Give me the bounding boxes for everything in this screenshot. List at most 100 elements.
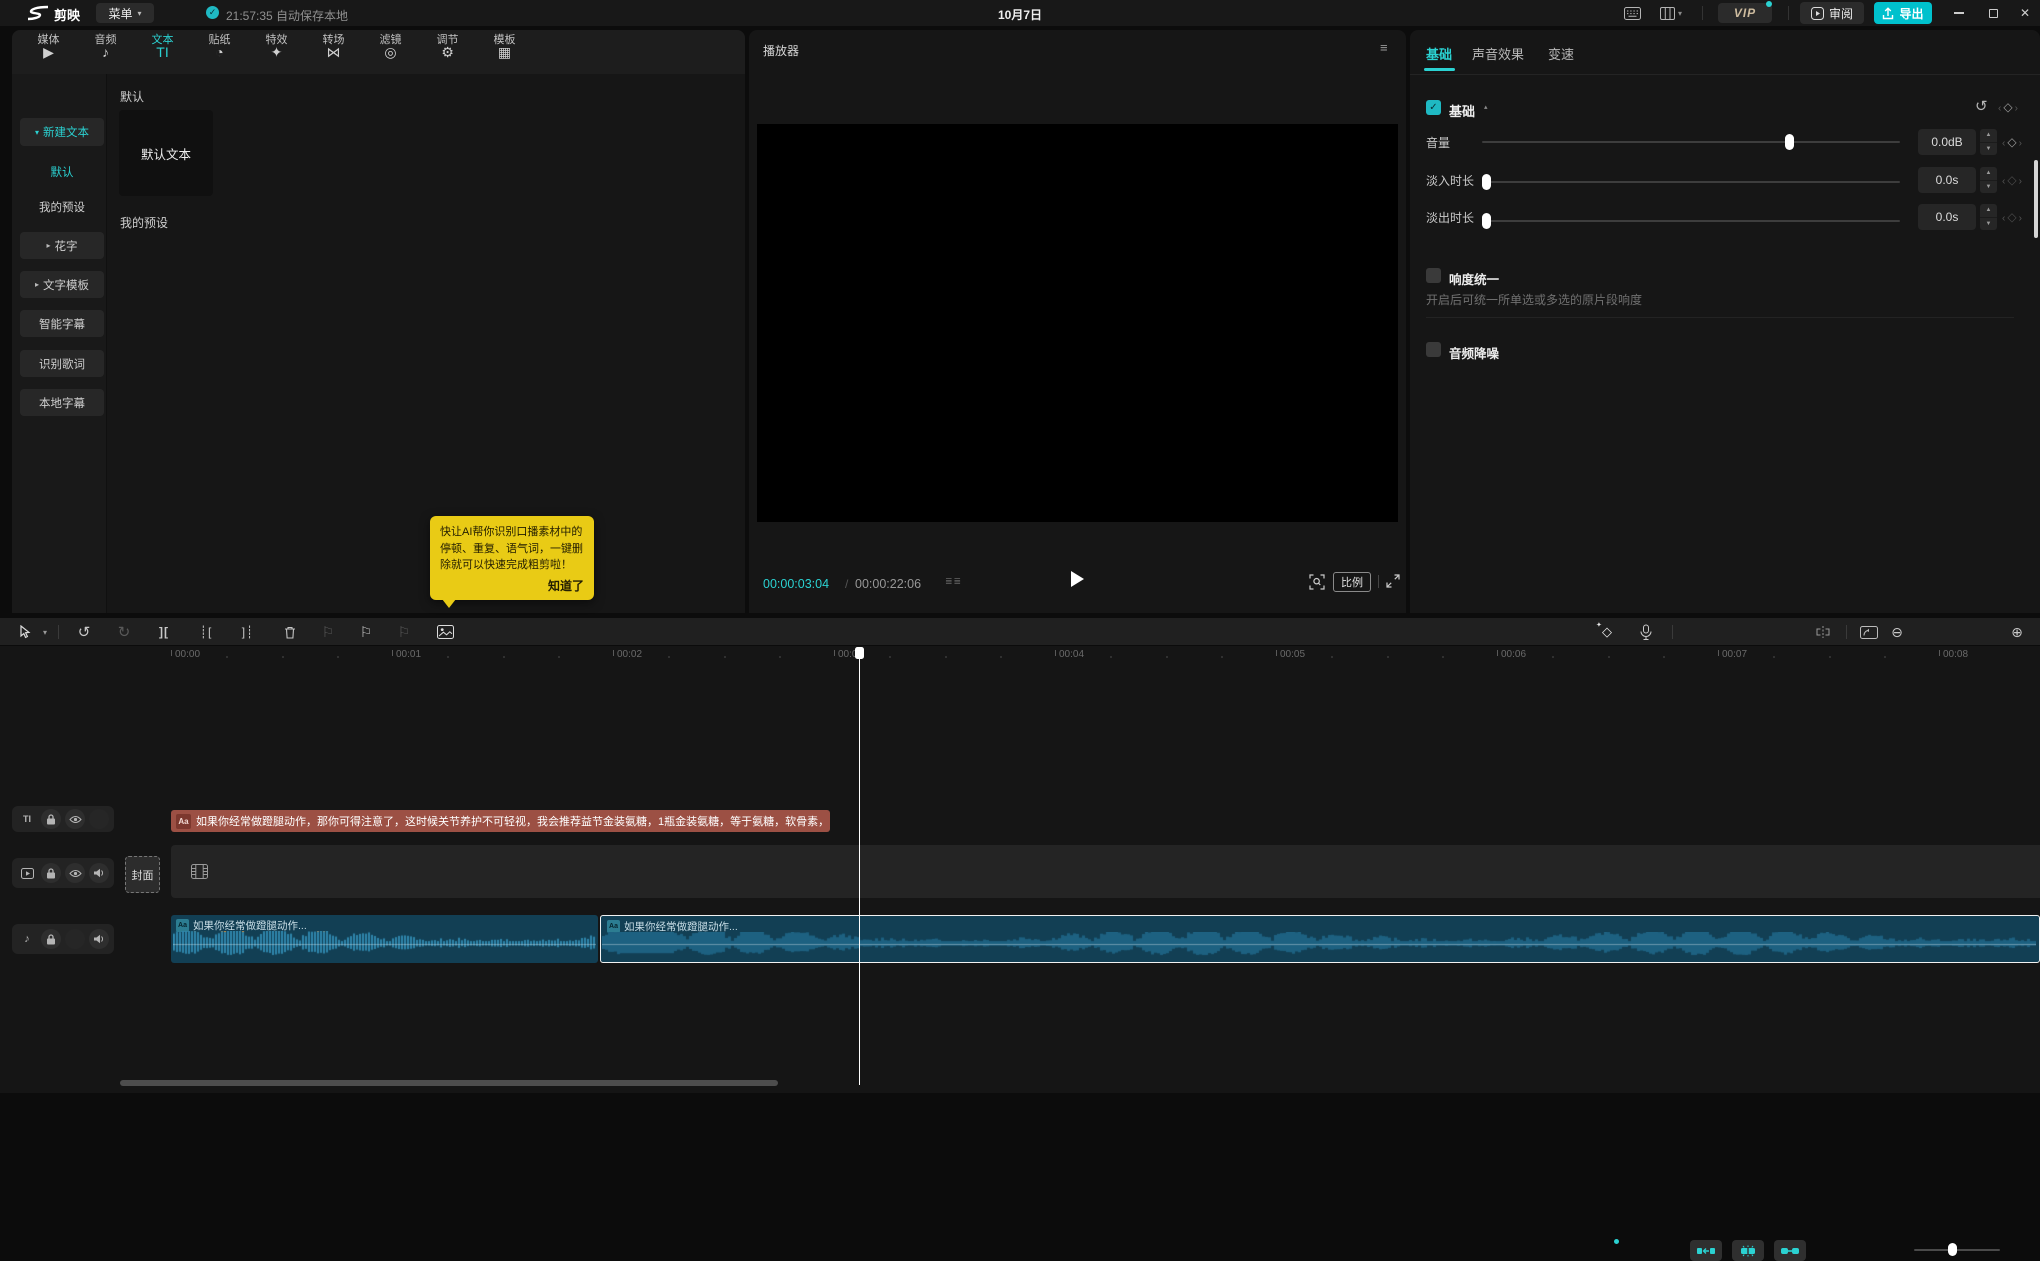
fullscreen-icon[interactable] xyxy=(1386,574,1400,591)
loudness-checkbox[interactable] xyxy=(1426,268,1441,283)
playhead-handle[interactable] xyxy=(855,647,864,659)
quality-selector-icon[interactable]: ≣≣ xyxy=(945,576,962,587)
lock-icon[interactable] xyxy=(41,929,61,949)
smart-rough-cut-button[interactable] xyxy=(432,618,458,646)
delete-button[interactable] xyxy=(278,618,302,646)
eye-icon[interactable] xyxy=(65,863,85,883)
lock-icon[interactable] xyxy=(41,863,61,883)
add-keyframe-button[interactable]: ◇ ✦ xyxy=(1594,618,1620,646)
export-button[interactable]: 导出 xyxy=(1874,2,1932,24)
review-button[interactable]: 审阅 xyxy=(1800,2,1864,24)
sidebar-item-default[interactable]: 默认 xyxy=(20,164,104,180)
denoise-checkbox[interactable] xyxy=(1426,342,1441,357)
reset-icon[interactable]: ↺ xyxy=(1975,97,1988,115)
text-track-header: TI xyxy=(12,806,114,832)
ribbon-tab-adjust[interactable]: ⚙ 调节 xyxy=(419,30,476,74)
ai-tip-ok-button[interactable]: 知道了 xyxy=(440,578,584,595)
panel-scrollbar[interactable] xyxy=(2034,160,2038,238)
preview-zoom-icon[interactable] xyxy=(1309,574,1325,593)
fade-out-slider-handle[interactable] xyxy=(1482,213,1491,229)
fade-in-value[interactable]: 0.0s xyxy=(1918,167,1976,193)
fade-in-keyframe-control[interactable]: ‹◇› xyxy=(2002,173,2024,187)
close-button[interactable]: ✕ xyxy=(2012,4,2038,22)
text-clip[interactable]: Aa 如果你经常做蹬腿动作，那你可得注意了，这时候关节养护不可轻视，我会推荐益节… xyxy=(171,810,830,832)
collapse-caret-icon[interactable]: ▴ xyxy=(1484,103,1488,111)
basic-section-checkbox[interactable]: ✓ xyxy=(1426,100,1441,115)
select-tool-button[interactable] xyxy=(14,618,36,646)
ribbon-tab-effects[interactable]: ✦ 特效 xyxy=(248,30,305,74)
volume-slider[interactable] xyxy=(1482,134,1900,150)
link-preview-toggle[interactable] xyxy=(1774,1240,1806,1261)
ribbon-tab-text[interactable]: TI 文本 xyxy=(134,30,191,74)
select-tool-caret-icon[interactable]: ▾ xyxy=(38,618,52,646)
ribbon-tab-audio[interactable]: ♪ 音频 xyxy=(77,30,134,74)
sidebar-item-recognize-lyrics[interactable]: 识别歌词 xyxy=(20,350,104,377)
fade-in-stepper[interactable]: ▲ ▼ xyxy=(1980,167,1997,193)
record-voiceover-button[interactable] xyxy=(1634,618,1658,646)
playhead-line[interactable] xyxy=(858,647,860,1085)
ribbon-tab-transition[interactable]: ⋈ 转场 xyxy=(305,30,362,74)
aspect-ratio-button[interactable]: 比例 xyxy=(1333,572,1371,592)
add-marker-button[interactable]: ⚐ xyxy=(354,618,378,646)
split-keep-left-button[interactable]: ]┊ xyxy=(236,618,260,646)
timeline-hscrollbar[interactable] xyxy=(120,1080,778,1086)
default-text-card[interactable]: 默认文本 xyxy=(119,110,213,196)
preview-axis-toggle[interactable] xyxy=(1732,1240,1764,1261)
split-button[interactable]: ][ xyxy=(152,618,176,646)
audio-clip-selected[interactable]: Aa 如果你经常做蹬腿动作... xyxy=(600,915,2040,963)
split-keep-right-button[interactable]: ┊[ xyxy=(194,618,218,646)
audio-clip[interactable]: Aa 如果你经常做蹬腿动作... xyxy=(171,915,598,963)
fade-out-slider[interactable] xyxy=(1482,213,1900,229)
sidebar-item-text-template[interactable]: ▸ 文字模板 xyxy=(20,271,104,298)
section-keyframe-control[interactable]: ‹◇› xyxy=(1998,100,2020,114)
tab-sound-effects[interactable]: 声音效果 xyxy=(1472,44,1524,63)
sidebar-item-smart-captions[interactable]: 智能字幕 xyxy=(20,310,104,337)
auto-snap-toggle[interactable] xyxy=(1690,1240,1722,1261)
volume-keyframe-control[interactable]: ‹◇› xyxy=(2002,135,2024,149)
delete-marker-button[interactable]: ⚐ xyxy=(392,618,416,646)
speaker-icon[interactable] xyxy=(89,929,109,949)
ai-marker-button[interactable]: ⚐ xyxy=(316,618,340,646)
fade-out-value[interactable]: 0.0s xyxy=(1918,204,1976,230)
shortcut-keyboard-icon[interactable] xyxy=(1624,7,1641,23)
tab-speed[interactable]: 变速 xyxy=(1548,44,1574,63)
maximize-button[interactable] xyxy=(1980,4,2006,22)
zoom-in-icon[interactable]: ⊕ xyxy=(2006,618,2028,646)
layout-switch-button[interactable]: ▾ xyxy=(1660,7,1682,20)
split-view-button[interactable] xyxy=(1810,618,1836,646)
fade-out-stepper[interactable]: ▲ ▼ xyxy=(1980,204,1997,230)
sidebar-item-fancy-text[interactable]: ▸ 花字 xyxy=(20,232,104,259)
tab-basic[interactable]: 基础 xyxy=(1426,44,1452,63)
vip-button[interactable]: VIP xyxy=(1718,3,1772,23)
volume-stepper[interactable]: ▲ ▼ xyxy=(1980,129,1997,155)
ribbon-tab-filter[interactable]: ◎ 滤镜 xyxy=(362,30,419,74)
video-clip[interactable] xyxy=(171,845,2040,898)
ribbon-tab-template[interactable]: ▦ 模板 xyxy=(476,30,533,74)
speaker-icon[interactable] xyxy=(89,863,109,883)
volume-value[interactable]: 0.0dB xyxy=(1918,129,1976,155)
timeline-zoom-handle[interactable] xyxy=(1948,1243,1957,1256)
fade-out-keyframe-control[interactable]: ‹◇› xyxy=(2002,210,2024,224)
fade-in-slider[interactable] xyxy=(1482,174,1900,190)
keyframe-diamond-icon: ◇ xyxy=(2003,100,2015,114)
menu-button[interactable]: 菜单 ▾ xyxy=(96,3,154,23)
ribbon-tab-media[interactable]: ▶ 媒体 xyxy=(20,30,77,74)
minimize-button[interactable] xyxy=(1946,4,1972,22)
redo-button[interactable]: ↻ xyxy=(112,618,136,646)
zoom-out-icon[interactable]: ⊖ xyxy=(1886,618,1908,646)
sidebar-item-my-presets[interactable]: 我的预设 xyxy=(20,199,104,215)
timeline-history-button[interactable] xyxy=(1856,618,1882,646)
fade-in-slider-handle[interactable] xyxy=(1482,174,1491,190)
ribbon-tab-sticker[interactable]: ◔ 贴纸 xyxy=(191,30,248,74)
timeline-ruler[interactable]: 00:00 00:01 00:02 00:03 00:04 00:05 00:06 00:07… xyxy=(0,648,2040,664)
undo-button[interactable]: ↺ xyxy=(72,618,96,646)
player-menu-icon[interactable]: ≡ xyxy=(1380,40,1388,55)
sidebar-item-local-captions[interactable]: 本地字幕 xyxy=(20,389,104,416)
timeline-zoom-slider[interactable] xyxy=(1914,1249,2000,1251)
volume-slider-handle[interactable] xyxy=(1785,134,1794,150)
cover-button[interactable]: 封面 xyxy=(125,856,160,893)
play-button[interactable] xyxy=(1071,571,1084,587)
eye-icon[interactable] xyxy=(65,809,85,829)
sidebar-item-new-text[interactable]: ▾ 新建文本 xyxy=(20,118,104,146)
lock-icon[interactable] xyxy=(41,809,61,829)
